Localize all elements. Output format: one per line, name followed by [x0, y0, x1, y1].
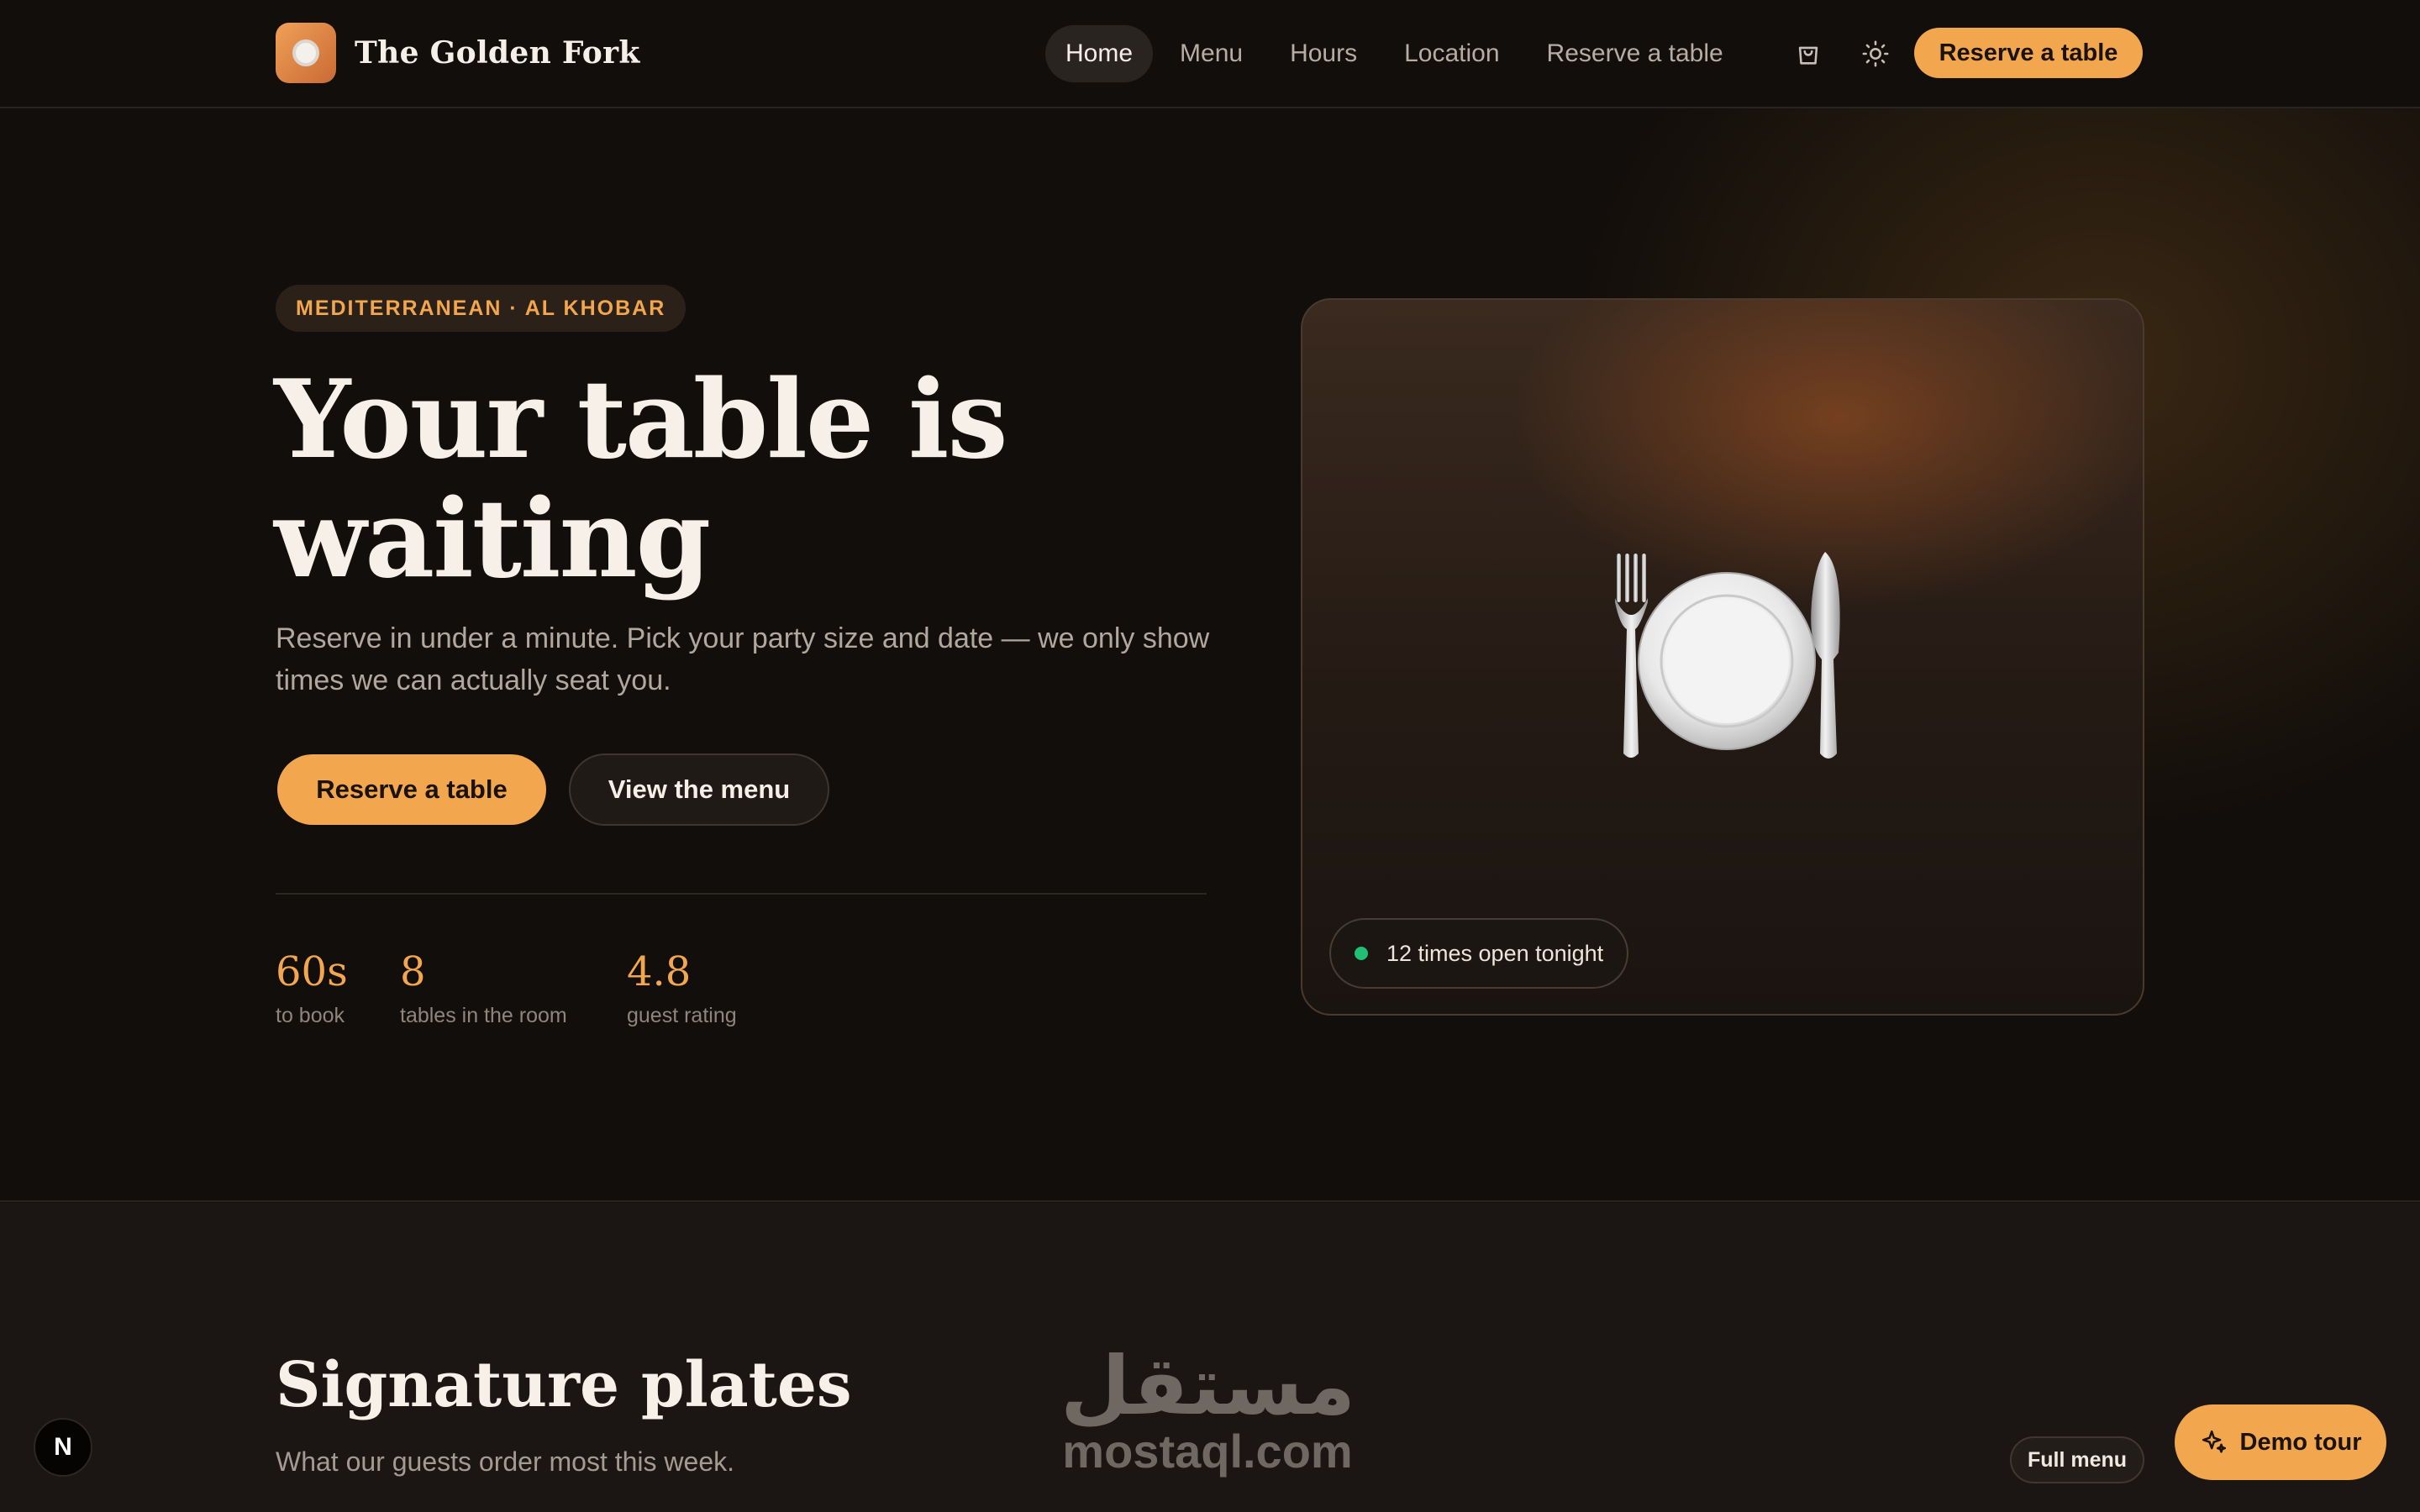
- nav-link-location[interactable]: Location: [1384, 25, 1519, 82]
- sparkles-icon: [2202, 1430, 2226, 1453]
- stat-value: 8: [400, 948, 426, 995]
- stat-tables: 8 tables in the room: [400, 948, 567, 1028]
- sun-icon: [1862, 40, 1889, 67]
- shopping-bag-icon: [1798, 46, 1818, 65]
- nav-links: Home Menu Hours Location Reserve a table: [1045, 25, 1750, 82]
- stat-label: guest rating: [627, 1004, 737, 1027]
- brand-logo-icon: [276, 23, 336, 83]
- full-menu-button[interactable]: Full menu: [2010, 1436, 2144, 1483]
- watermark-arabic: مستقل: [1060, 1339, 1356, 1433]
- framework-badge[interactable]: N: [34, 1418, 92, 1477]
- cuisine-location-badge: MEDITERRANEAN · AL KHOBAR: [276, 285, 687, 332]
- headline-line-1: Your table is: [274, 357, 1008, 483]
- view-menu-button[interactable]: View the menu: [569, 753, 829, 826]
- stat-label: to book: [276, 1004, 345, 1027]
- demo-tour-label: Demo tour: [2239, 1428, 2362, 1456]
- availability-text: 12 times open tonight: [1386, 940, 1604, 966]
- hero-image-card: 12 times open tonight: [1301, 298, 2144, 1016]
- headline-line-2: waiting: [274, 476, 711, 602]
- section-title: Signature plates: [276, 1349, 852, 1421]
- section-subtitle: What our guests order most this week.: [276, 1446, 734, 1477]
- status-dot: [1355, 947, 1368, 960]
- top-navigation: The Golden Fork Home Menu Hours Location…: [0, 0, 2420, 108]
- stat-booking-time: 60s to book: [276, 948, 348, 1028]
- hero-reserve-button[interactable]: Reserve a table: [277, 754, 546, 825]
- nav-reserve-button[interactable]: Reserve a table: [1914, 28, 2143, 78]
- signature-plates-section: Signature plates What our guests order m…: [0, 1203, 2420, 1512]
- hero-section: MEDITERRANEAN · AL KHOBAR Your table is …: [0, 108, 2420, 1202]
- brand[interactable]: The Golden Fork: [276, 23, 640, 83]
- stat-rating: 4.8 guest rating: [627, 948, 737, 1028]
- watermark: مستقل mostaql.com: [1060, 1344, 1355, 1475]
- theme-toggle-button[interactable]: [1859, 37, 1892, 71]
- watermark-latin: mostaql.com: [1062, 1425, 1353, 1478]
- demo-tour-button[interactable]: Demo tour: [2175, 1404, 2386, 1480]
- nav-link-home[interactable]: Home: [1045, 25, 1154, 82]
- cart-button[interactable]: [1791, 37, 1825, 71]
- nav-link-reserve[interactable]: Reserve a table: [1527, 25, 1744, 82]
- stat-value: 4.8: [627, 948, 692, 995]
- availability-pill: 12 times open tonight: [1329, 918, 1629, 989]
- nav-link-menu[interactable]: Menu: [1160, 25, 1263, 82]
- stat-value: 60s: [276, 948, 348, 995]
- stats-divider: [276, 893, 1207, 895]
- nav-link-hours[interactable]: Hours: [1270, 25, 1377, 82]
- stat-label: tables in the room: [400, 1004, 567, 1027]
- hero-headline: Your table is waiting: [274, 360, 1282, 599]
- fork-plate-knife-icon: [1615, 552, 1840, 759]
- brand-name: The Golden Fork: [355, 35, 640, 71]
- hero-subcopy: Reserve in under a minute. Pick your par…: [276, 622, 1210, 696]
